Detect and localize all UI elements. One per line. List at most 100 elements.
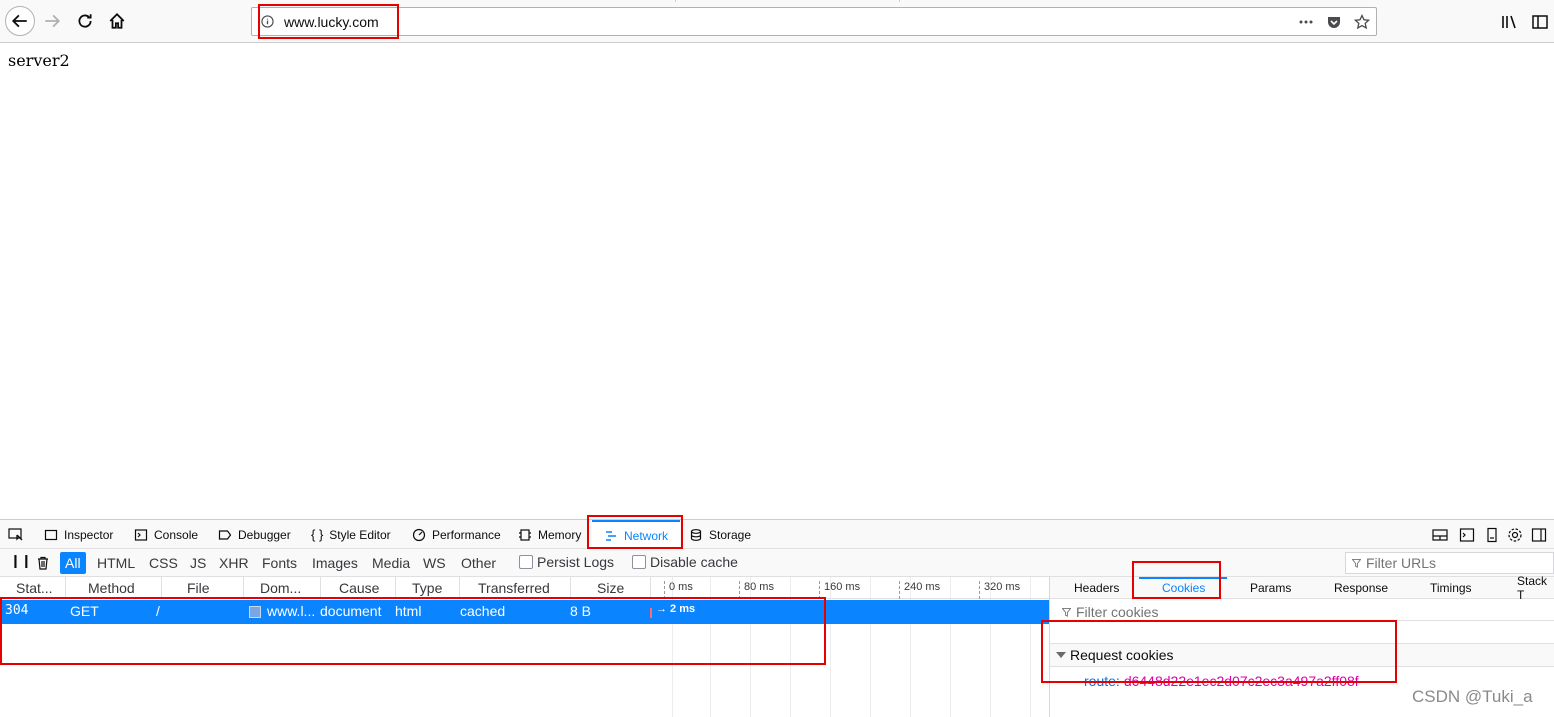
cookie-name: route:	[1084, 673, 1120, 689]
tab-label: Style Editor	[329, 527, 391, 542]
network-toolbar: ❙❙ All HTML CSS JS XHR Fonts Images Medi…	[0, 549, 1554, 577]
responsive-mode-icon[interactable]	[1484, 527, 1500, 543]
request-cause: document	[320, 603, 382, 619]
tab-style-editor[interactable]: { } Style Editor	[311, 520, 391, 549]
timeline-tick: 240 ms	[899, 581, 940, 599]
filter-all[interactable]: All	[60, 552, 86, 574]
split-console-icon[interactable]	[1459, 527, 1475, 543]
info-icon[interactable]	[261, 15, 274, 28]
request-file: /	[156, 603, 160, 619]
tab-label: Network	[624, 528, 669, 543]
tab-label: Inspector	[64, 527, 114, 542]
debugger-icon	[218, 529, 232, 540]
page-actions-button[interactable]	[1297, 13, 1315, 31]
tab-params[interactable]: Params	[1250, 577, 1291, 599]
console-icon	[134, 528, 148, 541]
tab-label: Storage	[709, 527, 752, 542]
filter-html[interactable]: HTML	[92, 552, 140, 574]
home-button[interactable]	[103, 7, 131, 35]
url-bar[interactable]: www.lucky.com	[251, 7, 1377, 36]
braces-icon: { }	[311, 527, 324, 542]
request-method: GET	[70, 603, 99, 619]
tab-storage[interactable]: Storage	[689, 520, 751, 549]
memory-chip-icon	[519, 528, 531, 541]
column-status[interactable]: Stat...	[0, 577, 66, 599]
star-icon	[1354, 14, 1370, 30]
filter-cookies-input[interactable]: Filter cookies	[1056, 603, 1554, 621]
tab-label: Performance	[432, 527, 501, 542]
timeline-tick: 0 ms	[664, 581, 693, 599]
watermark-text: CSDN @Tuki_a	[1412, 687, 1533, 706]
library-icon[interactable]	[1500, 12, 1520, 32]
filter-js[interactable]: JS	[185, 552, 211, 574]
column-size[interactable]: Size	[571, 577, 651, 599]
filter-xhr[interactable]: XHR	[214, 552, 254, 574]
bookmark-star-button[interactable]	[1353, 13, 1371, 31]
filter-css[interactable]: CSS	[144, 552, 183, 574]
column-method[interactable]: Method	[66, 577, 162, 599]
tab-debugger[interactable]: Debugger	[218, 520, 291, 549]
tab-cookies[interactable]: Cookies	[1162, 577, 1205, 599]
persist-logs-checkbox[interactable]: Persist Logs	[519, 554, 614, 570]
request-timing: → 2 ms	[656, 603, 696, 615]
reload-button[interactable]	[71, 7, 99, 35]
filter-ws[interactable]: WS	[418, 552, 451, 574]
devtools-panel: Inspector Console Debugger { } Style Edi…	[0, 519, 1554, 717]
request-size: 8 B	[570, 603, 592, 619]
more-horizontal-icon	[1299, 20, 1313, 24]
forward-button[interactable]	[38, 7, 66, 35]
request-type: html	[395, 603, 422, 619]
dock-layout-icon[interactable]	[1432, 527, 1448, 543]
filter-urls-placeholder: Filter URLs	[1366, 555, 1437, 571]
pocket-button[interactable]	[1325, 13, 1343, 31]
column-cause[interactable]: Cause	[321, 577, 396, 599]
filter-other[interactable]: Other	[456, 552, 501, 574]
close-panel-icon[interactable]	[1531, 527, 1547, 543]
request-cookies-section[interactable]: Request cookies	[1050, 643, 1554, 667]
column-transferred[interactable]: Transferred	[460, 577, 571, 599]
disable-cache-label: Disable cache	[650, 554, 738, 570]
disable-cache-checkbox[interactable]: Disable cache	[632, 554, 738, 570]
table-row[interactable]: 304 GET / www.l... document html cached …	[0, 600, 1049, 624]
tab-performance[interactable]: Performance	[412, 520, 501, 549]
tab-network[interactable]: Network	[592, 520, 681, 549]
timeline-tick: 80 ms	[739, 581, 774, 599]
network-icon	[606, 530, 616, 541]
inspector-icon	[44, 529, 58, 540]
url-text[interactable]: www.lucky.com	[284, 14, 379, 30]
request-status: 304	[5, 603, 29, 618]
tab-stack-trace[interactable]: Stack T	[1517, 574, 1554, 602]
filter-cookies-placeholder: Filter cookies	[1076, 603, 1159, 620]
element-picker-icon[interactable]	[8, 528, 24, 542]
checkbox-box[interactable]	[519, 555, 533, 569]
gear-icon[interactable]	[1507, 527, 1523, 543]
request-domain: www.l...	[267, 603, 316, 619]
filter-fonts[interactable]: Fonts	[257, 552, 302, 574]
column-file[interactable]: File	[162, 577, 244, 599]
gauge-icon	[412, 528, 426, 541]
arrow-right-icon	[45, 14, 61, 28]
cookie-item[interactable]: route: d6448d22e1ec2d07c2ec3a497a2ff08f	[1084, 673, 1359, 689]
column-type[interactable]: Type	[396, 577, 460, 599]
back-button[interactable]	[5, 6, 35, 36]
tab-strip-edge	[675, 0, 900, 2]
cookie-value: d6448d22e1ec2d07c2ec3a497a2ff08f	[1123, 673, 1359, 689]
tab-inspector[interactable]: Inspector	[44, 520, 113, 549]
filter-media[interactable]: Media	[367, 552, 415, 574]
tab-headers[interactable]: Headers	[1074, 577, 1119, 599]
tab-console[interactable]: Console	[134, 520, 198, 549]
filter-images[interactable]: Images	[307, 552, 363, 574]
sidebar-icon[interactable]	[1530, 12, 1550, 32]
tab-label: Console	[154, 527, 199, 542]
filter-urls-input[interactable]: Filter URLs	[1345, 552, 1554, 574]
checkbox-box[interactable]	[632, 555, 646, 569]
trash-icon[interactable]	[36, 556, 50, 570]
tab-response[interactable]: Response	[1334, 577, 1388, 599]
home-icon	[109, 12, 125, 29]
column-domain[interactable]: Dom...	[244, 577, 321, 599]
timeline-tick: 160 ms	[819, 581, 860, 599]
tab-timings[interactable]: Timings	[1430, 577, 1472, 599]
pause-icon[interactable]: ❙❙	[10, 554, 32, 569]
request-list-header: Stat... Method File Dom... Cause Type Tr…	[0, 577, 1049, 599]
tab-memory[interactable]: Memory	[518, 520, 581, 549]
